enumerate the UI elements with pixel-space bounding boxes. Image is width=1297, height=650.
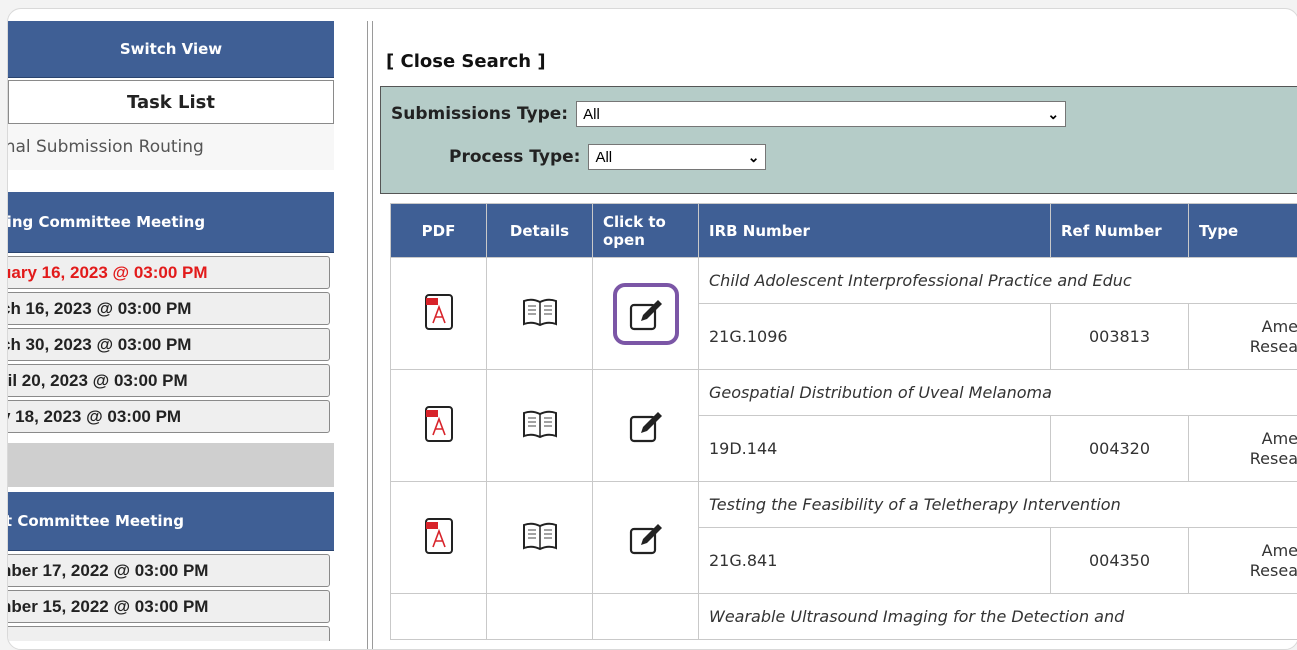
divider bbox=[372, 21, 373, 649]
search-filter-panel: Submissions Type: All ⌄ Process Type: Al… bbox=[380, 86, 1297, 194]
chevron-down-icon: ⌄ bbox=[748, 149, 760, 166]
col-type-header[interactable]: Type bbox=[1189, 204, 1297, 258]
table-row: Wearable Ultrasound Imaging for the Dete… bbox=[391, 594, 1297, 640]
col-pdf-header: PDF bbox=[391, 204, 487, 258]
switch-view-button[interactable]: Switch View bbox=[8, 21, 334, 78]
chevron-down-icon: ⌄ bbox=[1047, 106, 1059, 123]
ref-number: 004320 bbox=[1051, 416, 1189, 482]
meeting-date-button[interactable]: ch 30, 2023 @ 03:00 PM bbox=[8, 328, 330, 361]
pdf-icon[interactable] bbox=[424, 316, 454, 335]
submissions-table: PDF Details Click to open IRB Number Ref… bbox=[390, 203, 1297, 640]
past-meeting-date-button[interactable]: nber 17, 2022 @ 03:00 PM bbox=[8, 554, 330, 587]
details-cell bbox=[487, 370, 593, 482]
past-meeting-header: st Committee Meeting bbox=[8, 492, 334, 551]
col-ref-number-header[interactable]: Ref Number bbox=[1051, 204, 1189, 258]
study-title: Geospatial Distribution of Uveal Melanom… bbox=[699, 370, 1297, 416]
col-details-header: Details bbox=[487, 204, 593, 258]
edit-icon[interactable] bbox=[613, 283, 679, 345]
upcoming-meeting-header: ning Committee Meeting bbox=[8, 192, 334, 253]
process-type-value: All bbox=[595, 149, 612, 166]
study-title: Child Adolescent Interprofessional Pract… bbox=[699, 258, 1297, 304]
pdf-cell bbox=[391, 482, 487, 594]
irb-number: 21G.1096 bbox=[699, 304, 1051, 370]
past-meeting-date-button[interactable] bbox=[8, 626, 330, 641]
open-cell bbox=[593, 594, 699, 640]
details-cell bbox=[487, 258, 593, 370]
table-header-row: PDF Details Click to open IRB Number Ref… bbox=[391, 204, 1297, 258]
book-icon[interactable] bbox=[521, 312, 559, 331]
submission-type: AmeResea bbox=[1189, 416, 1297, 482]
close-search-link[interactable]: [ Close Search ] bbox=[386, 51, 546, 72]
submissions-type-label: Submissions Type: bbox=[391, 104, 568, 124]
meeting-date-button[interactable]: ch 16, 2023 @ 03:00 PM bbox=[8, 292, 330, 325]
submission-type: AmeResea bbox=[1189, 304, 1297, 370]
open-cell bbox=[593, 258, 699, 370]
sidebar-spacer bbox=[8, 443, 334, 487]
meeting-date-button[interactable]: uary 16, 2023 @ 03:00 PM bbox=[8, 256, 330, 289]
details-cell bbox=[487, 482, 593, 594]
submissions-type-select[interactable]: All ⌄ bbox=[576, 101, 1066, 127]
book-icon[interactable] bbox=[521, 536, 559, 555]
ref-number: 003813 bbox=[1051, 304, 1189, 370]
meeting-date-button[interactable]: y 18, 2023 @ 03:00 PM bbox=[8, 400, 330, 433]
ref-number: 004350 bbox=[1051, 528, 1189, 594]
pdf-icon[interactable] bbox=[424, 428, 454, 447]
external-submission-routing-link[interactable]: rnal Submission Routing bbox=[8, 124, 334, 170]
meeting-date-button[interactable]: ril 20, 2023 @ 03:00 PM bbox=[8, 364, 330, 397]
table-row: Geospatial Distribution of Uveal Melanom… bbox=[391, 370, 1297, 416]
task-list-button[interactable]: Task List bbox=[8, 80, 334, 124]
pdf-cell bbox=[391, 258, 487, 370]
open-cell bbox=[593, 370, 699, 482]
submissions-type-row: Submissions Type: All ⌄ bbox=[391, 101, 1066, 127]
book-icon[interactable] bbox=[521, 424, 559, 443]
study-title: Testing the Feasibility of a Teletherapy… bbox=[699, 482, 1297, 528]
divider bbox=[367, 21, 368, 649]
pdf-icon[interactable] bbox=[424, 540, 454, 559]
process-type-select[interactable]: All ⌄ bbox=[588, 144, 766, 170]
study-title: Wearable Ultrasound Imaging for the Dete… bbox=[699, 594, 1297, 640]
main-content: [ Close Search ] Submissions Type: All ⌄… bbox=[380, 21, 1297, 649]
past-meeting-date-button[interactable]: nber 15, 2022 @ 03:00 PM bbox=[8, 590, 330, 623]
sidebar: Switch View Task List rnal Submission Ro… bbox=[8, 21, 334, 641]
col-irb-number-header[interactable]: IRB Number bbox=[699, 204, 1051, 258]
table-row: Child Adolescent Interprofessional Pract… bbox=[391, 258, 1297, 304]
process-type-row: Process Type: All ⌄ bbox=[449, 144, 766, 170]
pdf-cell bbox=[391, 594, 487, 640]
submission-type: AmeResea bbox=[1189, 528, 1297, 594]
process-type-label: Process Type: bbox=[449, 147, 580, 167]
submissions-type-value: All bbox=[583, 106, 600, 123]
col-click-to-open-header: Click to open bbox=[593, 204, 699, 258]
pdf-cell bbox=[391, 370, 487, 482]
table-row: Testing the Feasibility of a Teletherapy… bbox=[391, 482, 1297, 528]
details-cell bbox=[487, 594, 593, 640]
irb-number: 21G.841 bbox=[699, 528, 1051, 594]
edit-icon[interactable] bbox=[617, 511, 675, 565]
edit-icon[interactable] bbox=[617, 399, 675, 453]
open-cell bbox=[593, 482, 699, 594]
app-window: Switch View Task List rnal Submission Ro… bbox=[7, 8, 1297, 650]
irb-number: 19D.144 bbox=[699, 416, 1051, 482]
